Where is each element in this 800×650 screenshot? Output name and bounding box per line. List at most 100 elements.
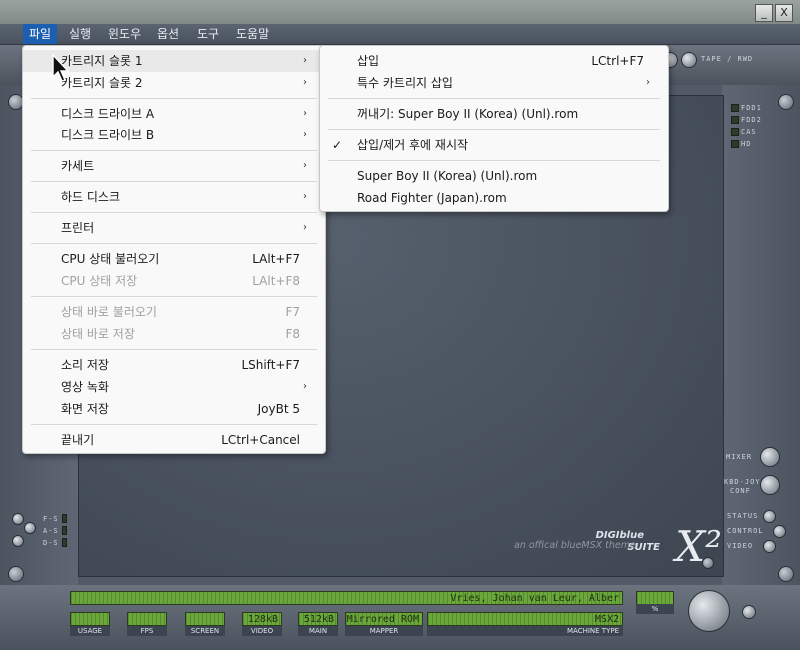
- right-strip: [722, 85, 800, 585]
- rewind-button-icon[interactable]: [681, 52, 697, 68]
- menu-item-reset-after-insert[interactable]: ✓ 삽입/제거 후에 재시작: [320, 134, 668, 156]
- cartridge-submenu: 삽입 LCtrl+F7 특수 카트리지 삽입 › 꺼내기: Super Boy …: [319, 45, 669, 212]
- menu-item-label: 꺼내기: Super Boy II (Korea) (Unl).rom: [357, 107, 579, 121]
- minimize-button[interactable]: _: [755, 4, 773, 22]
- fdd1-led: [731, 104, 739, 112]
- chevron-right-icon: ›: [303, 108, 307, 119]
- menu-item-shortcut: LAlt+F7: [252, 252, 300, 266]
- screen-display: [185, 612, 225, 626]
- menu-item-quick-save-state[interactable]: 상태 바로 저장 F8: [23, 323, 325, 345]
- small-knob-icon[interactable]: [742, 605, 756, 619]
- menu-item-disk-drive-a[interactable]: 디스크 드라이브 A ›: [23, 103, 325, 125]
- hd-led: [731, 140, 739, 148]
- menu-item-cassette[interactable]: 카세트 ›: [23, 155, 325, 177]
- fdd2-led: [731, 116, 739, 124]
- volume-knob-icon[interactable]: [688, 590, 730, 632]
- menu-item-label: 특수 카트리지 삽입: [357, 76, 453, 90]
- menu-item-label: 상태 바로 불러오기: [61, 305, 157, 319]
- menu-item-screenshot[interactable]: 화면 저장 JoyBt 5: [23, 398, 325, 420]
- menu-item-label: 하드 디스크: [61, 190, 121, 204]
- hd-label: HD: [741, 140, 752, 148]
- menu-item-printer[interactable]: 프린터 ›: [23, 217, 325, 239]
- as-label: A-S: [43, 527, 59, 535]
- left-button-icon[interactable]: [12, 513, 24, 525]
- status-bar: Vries, Johan van Leur, Alber USAGE FPS S…: [0, 585, 800, 650]
- left-button-icon[interactable]: [12, 535, 24, 547]
- menu-item-recent-rom-1[interactable]: Super Boy II (Korea) (Unl).rom: [320, 165, 668, 187]
- menu-item-shortcut: LCtrl+Cancel: [221, 433, 300, 447]
- brand-tagline: an offical blueMSX theme: [514, 540, 636, 551]
- fps-label: FPS: [127, 626, 167, 636]
- chevron-right-icon: ›: [646, 77, 650, 88]
- check-icon: ✓: [332, 138, 343, 152]
- menu-item-disk-drive-b[interactable]: 디스크 드라이브 B ›: [23, 124, 325, 146]
- status-label: STATUS: [727, 512, 759, 520]
- menu-separator: [328, 160, 660, 161]
- menu-item-shortcut: F7: [285, 305, 300, 319]
- menu-item-recent-rom-2[interactable]: Road Fighter (Japan).rom: [320, 187, 668, 209]
- menu-item-label: 영상 녹화: [61, 380, 109, 394]
- menu-item-record-video[interactable]: 영상 녹화 ›: [23, 376, 325, 398]
- control-label: CONTROL: [727, 527, 764, 535]
- menu-item-insert[interactable]: 삽입 LCtrl+F7: [320, 50, 668, 72]
- fps-display: [127, 612, 167, 626]
- menu-item-label: 끝내기: [61, 433, 95, 447]
- menu-item-label: CPU 상태 불러오기: [61, 252, 160, 266]
- menu-item-label: 카트리지 슬롯 1: [61, 54, 143, 68]
- menu-item-shortcut: LAlt+F8: [252, 274, 300, 288]
- chevron-right-icon: ›: [303, 222, 307, 233]
- menu-separator: [31, 349, 317, 350]
- fs-label: F-S: [43, 515, 59, 523]
- usage-display: [70, 612, 110, 626]
- close-button[interactable]: X: [775, 4, 793, 22]
- menu-window[interactable]: 윈도우: [102, 24, 147, 44]
- menu-item-quick-load-state[interactable]: 상태 바로 불러오기 F7: [23, 301, 325, 323]
- menu-separator: [31, 150, 317, 151]
- left-button-icon[interactable]: [24, 522, 36, 534]
- menu-item-label: 프린터: [61, 221, 95, 235]
- menu-item-label: Super Boy II (Korea) (Unl).rom: [357, 169, 538, 183]
- video-button-icon[interactable]: [763, 540, 776, 553]
- as-led: [62, 526, 67, 535]
- menu-item-eject[interactable]: 꺼내기: Super Boy II (Korea) (Unl).rom: [320, 103, 668, 125]
- menu-options[interactable]: 옵션: [151, 24, 185, 44]
- menu-item-label: 소리 저장: [61, 358, 109, 372]
- menu-item-insert-special[interactable]: 특수 카트리지 삽입 ›: [320, 72, 668, 94]
- menu-item-save-sound[interactable]: 소리 저장 LShift+F7: [23, 354, 325, 376]
- menu-separator: [31, 296, 317, 297]
- usage-label: USAGE: [70, 626, 110, 636]
- ds-led: [62, 538, 67, 547]
- menu-file[interactable]: 파일: [23, 24, 58, 44]
- chevron-right-icon: ›: [303, 129, 307, 140]
- menu-item-hard-disk[interactable]: 하드 디스크 ›: [23, 186, 325, 208]
- menu-item-label: 상태 바로 저장: [61, 327, 135, 341]
- menu-item-shortcut: LShift+F7: [241, 358, 300, 372]
- menu-item-label: 삽입: [357, 54, 380, 68]
- kbd-joy-label: KBD-JOY: [724, 478, 761, 486]
- kbd-joy-knob-icon[interactable]: [760, 475, 780, 495]
- menu-item-label: 삽입/제거 후에 재시작: [357, 138, 469, 152]
- fdd2-label: FDD2: [741, 116, 762, 124]
- menu-bar: 파일 실행 윈도우 옵션 도구 도움말: [0, 24, 800, 45]
- mouse-cursor-icon: [52, 54, 70, 82]
- menu-item-save-cpu-state[interactable]: CPU 상태 저장 LAlt+F8: [23, 270, 325, 292]
- ticker-display: Vries, Johan van Leur, Alber: [70, 591, 623, 605]
- menu-separator: [31, 424, 317, 425]
- machine-type-display: MSX2: [427, 612, 623, 626]
- status-button-icon[interactable]: [763, 510, 776, 523]
- menu-item-load-cpu-state[interactable]: CPU 상태 불러오기 LAlt+F7: [23, 248, 325, 270]
- menu-tools[interactable]: 도구: [191, 24, 225, 44]
- screw-icon: [778, 566, 794, 582]
- screw-icon: [778, 94, 794, 110]
- brand-x2-logo: X²: [675, 522, 722, 571]
- menu-run[interactable]: 실행: [63, 24, 97, 44]
- menu-separator: [328, 98, 660, 99]
- fs-led: [62, 514, 67, 523]
- menu-help[interactable]: 도움말: [230, 24, 275, 44]
- screw-icon: [8, 566, 24, 582]
- control-button-icon[interactable]: [773, 525, 786, 538]
- chevron-right-icon: ›: [303, 381, 307, 392]
- chevron-right-icon: ›: [303, 191, 307, 202]
- menu-item-exit[interactable]: 끝내기 LCtrl+Cancel: [23, 429, 325, 451]
- mixer-knob-icon[interactable]: [760, 447, 780, 467]
